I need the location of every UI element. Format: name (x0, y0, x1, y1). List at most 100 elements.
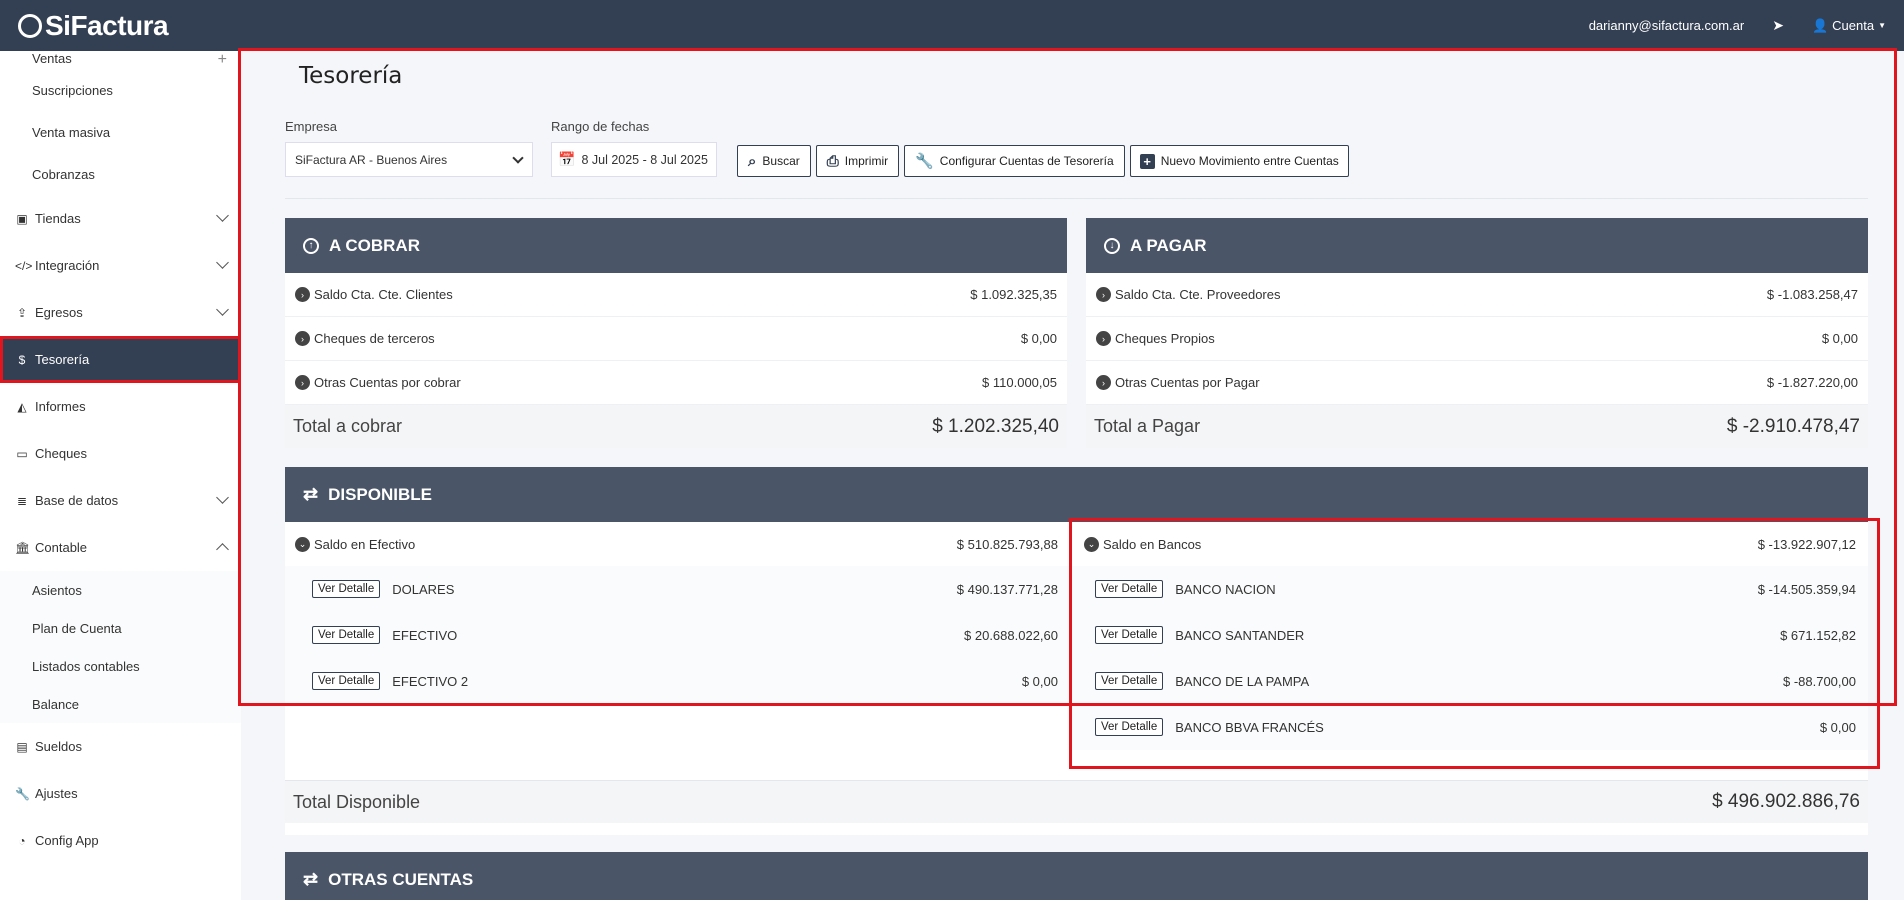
ver-detalle-button[interactable]: Ver Detalle (1095, 672, 1164, 690)
sidebar-item-label: Config App (35, 833, 99, 848)
empresa-value: SiFactura AR - Buenos Aires (295, 152, 448, 167)
bancos-summary[interactable]: ⌄ Saldo en Bancos $ -13.922.907,12 (1068, 522, 1868, 566)
sidebar-item-egresos[interactable]: ⇪ Egresos (0, 289, 241, 336)
sidebar-item-tesoreria[interactable]: $ Tesorería (0, 336, 241, 383)
chevron-right-icon: › (1096, 331, 1111, 346)
chevron-down-icon (216, 209, 229, 222)
sidebar-item-base-datos[interactable]: ≣ Base de datos (0, 477, 241, 524)
ver-detalle-button[interactable]: Ver Detalle (312, 626, 381, 644)
sidebar-item-ajustes[interactable]: 🔧 Ajustes (0, 770, 241, 817)
arrow-circle-down-icon: ↓ (1104, 237, 1120, 254)
row-label: Saldo Cta. Cte. Clientes (314, 287, 453, 302)
efectivo-column: ⌄ Saldo en Efectivo $ 510.825.793,88 Ver D… (285, 522, 1068, 750)
disponible-card: ⇄ DISPONIBLE ⌄ Saldo en Efectivo $ 510.825.… (285, 467, 1868, 835)
table-row: Ver Detalle BANCO DE LA PAMPA $ -88.700,00 (1068, 658, 1868, 704)
sidebar-item-label: Asientos (32, 582, 82, 598)
sidebar-item-tiendas[interactable]: ▣ Tiendas (0, 195, 241, 242)
sidebar-subitem-plan-cuenta[interactable]: Plan de Cuenta (0, 609, 241, 647)
dollar-icon: $ (18, 352, 26, 367)
user-email[interactable]: darianny@sifactura.com.ar (1589, 18, 1745, 33)
sidebar-item-label: Tiendas (35, 211, 81, 226)
disponible-header: ⇄ DISPONIBLE (285, 467, 1868, 522)
imprimir-button[interactable]: ⎙ Imprimir (815, 145, 900, 177)
list-item[interactable]: › Saldo Cta. Cte. Proveedores $ -1.083.258… (1086, 273, 1868, 317)
chevron-down-icon: ⌄ (295, 536, 310, 552)
user-icon: 👤 (1811, 17, 1829, 33)
ver-detalle-button[interactable]: Ver Detalle (312, 672, 381, 690)
cobrar-header: ↑ A COBRAR (285, 218, 1067, 273)
row-value: $ 671.152,82 (1780, 627, 1856, 643)
sidebar-item-cheques[interactable]: ▭ Cheques (0, 430, 241, 477)
empresa-select[interactable]: SiFactura AR - Buenos Aires (285, 142, 533, 177)
ver-detalle-button[interactable]: Ver Detalle (312, 580, 381, 598)
sidebar-subitem-listados[interactable]: Listados contables (0, 647, 241, 685)
list-item[interactable]: › Saldo Cta. Cte. Clientes $ 1.092.325,35 (285, 273, 1067, 317)
page-title: Tesorería (299, 63, 403, 89)
chevron-right-icon: › (295, 375, 310, 390)
row-label: BANCO SANTANDER (1175, 627, 1305, 643)
nuevo-movimiento-button[interactable]: + Nuevo Movimiento entre Cuentas (1129, 145, 1349, 177)
send-icon[interactable]: ➤ (1772, 17, 1784, 34)
date-range-value: 8 Jul 2025 - 8 Jul 2025 (581, 152, 708, 167)
sidebar-item-label: Cheques (35, 446, 88, 461)
chevron-down-icon (216, 256, 229, 269)
list-item[interactable]: › Otras Cuentas por cobrar $ 110.000,05 (285, 361, 1067, 405)
sidebar-subitem-asientos[interactable]: Asientos (0, 571, 241, 609)
row-value: $ 110.000,05 (982, 375, 1057, 390)
list-item[interactable]: › Otras Cuentas por Pagar $ -1.827.220,00 (1086, 361, 1868, 405)
table-row: Ver Detalle BANCO SANTANDER $ 671.152,82 (1068, 612, 1868, 658)
sidebar-item-label: Sueldos (35, 739, 82, 754)
plus-icon[interactable]: + (218, 51, 227, 69)
row-label: DOLARES (392, 581, 455, 597)
wrench-icon: 🔧 (15, 786, 30, 801)
pagar-total: Total a Pagar $ -2.910.478,47 (1086, 405, 1868, 448)
buscar-button[interactable]: ⌕ Buscar (737, 145, 811, 177)
chevron-down-icon (216, 303, 229, 316)
row-label: Otras Cuentas por cobrar (314, 375, 461, 390)
sidebar-item-integracion[interactable]: </> Integración (0, 242, 241, 289)
otras-cuentas-card: ⇄ OTRAS CUENTAS (285, 852, 1868, 900)
brand-name: SiFactura (45, 9, 169, 41)
ver-detalle-button[interactable]: Ver Detalle (1095, 626, 1164, 644)
sidebar-item-config-app[interactable]: ◔ Config App (0, 817, 241, 864)
total-value: $ 1.202.325,40 (932, 415, 1059, 437)
brand-logo[interactable]: SiFactura (18, 9, 169, 42)
total-value: $ 496.902.886,76 (1712, 791, 1860, 812)
sidebar-item-sueldos[interactable]: ▤ Sueldos (0, 723, 241, 770)
top-navbar: SiFactura darianny@sifactura.com.ar ➤ 👤 C… (0, 0, 1904, 51)
sidebar-subitem-venta-masiva[interactable]: Venta masiva (0, 111, 241, 153)
code-icon: </> (15, 258, 33, 273)
efectivo-summary[interactable]: ⌄ Saldo en Efectivo $ 510.825.793,88 (285, 522, 1068, 566)
date-range-input[interactable]: 📅 8 Jul 2025 - 8 Jul 2025 (551, 142, 717, 177)
row-value: $ 0,00 (1819, 719, 1856, 735)
account-menu[interactable]: 👤 Cuenta ▼ (1812, 18, 1886, 34)
row-value: $ -1.827.220,00 (1766, 375, 1858, 390)
contable-submenu: Asientos Plan de Cuenta Listados contabl… (0, 571, 241, 723)
ver-detalle-button[interactable]: Ver Detalle (1095, 718, 1164, 736)
sidebar-item-ventas[interactable]: Ventas + (0, 51, 241, 69)
card-title: A PAGAR (1130, 235, 1207, 255)
ver-detalle-button[interactable]: Ver Detalle (1095, 580, 1164, 598)
upload-icon: ⇪ (16, 305, 28, 320)
row-value: $ -14.505.359,94 (1757, 581, 1856, 597)
book-icon: ▤ (16, 739, 28, 754)
sidebar-subitem-suscripciones[interactable]: Suscripciones (0, 69, 241, 111)
sidebar-subitem-balance[interactable]: Balance (0, 685, 241, 723)
database-icon: ≣ (16, 493, 28, 508)
row-label: BANCO DE LA PAMPA (1175, 673, 1310, 689)
button-label: Imprimir (844, 154, 889, 168)
list-item[interactable]: › Cheques de terceros $ 0,00 (285, 317, 1067, 361)
main-content: Tesorería Empresa SiFactura AR - Buenos … (238, 48, 1904, 900)
list-item[interactable]: › Cheques Propios $ 0,00 (1086, 317, 1868, 361)
configurar-cuentas-button[interactable]: 🔧 Configurar Cuentas de Tesorería (904, 145, 1125, 177)
chevron-right-icon: › (1096, 287, 1111, 302)
exchange-icon: ⇄ (303, 869, 319, 889)
sidebar-subitem-cobranzas[interactable]: Cobranzas (0, 153, 241, 195)
search-icon: ⌕ (748, 152, 757, 170)
sidebar-item-contable[interactable]: 🏛 Contable (0, 524, 241, 571)
sidebar-item-informes[interactable]: ◭ Informes (0, 383, 241, 430)
row-label: Cheques Propios (1115, 331, 1215, 346)
row-label: Saldo Cta. Cte. Proveedores (1115, 287, 1281, 302)
row-value: $ 20.688.022,60 (964, 627, 1058, 643)
sidebar-item-label: Balance (32, 696, 79, 712)
